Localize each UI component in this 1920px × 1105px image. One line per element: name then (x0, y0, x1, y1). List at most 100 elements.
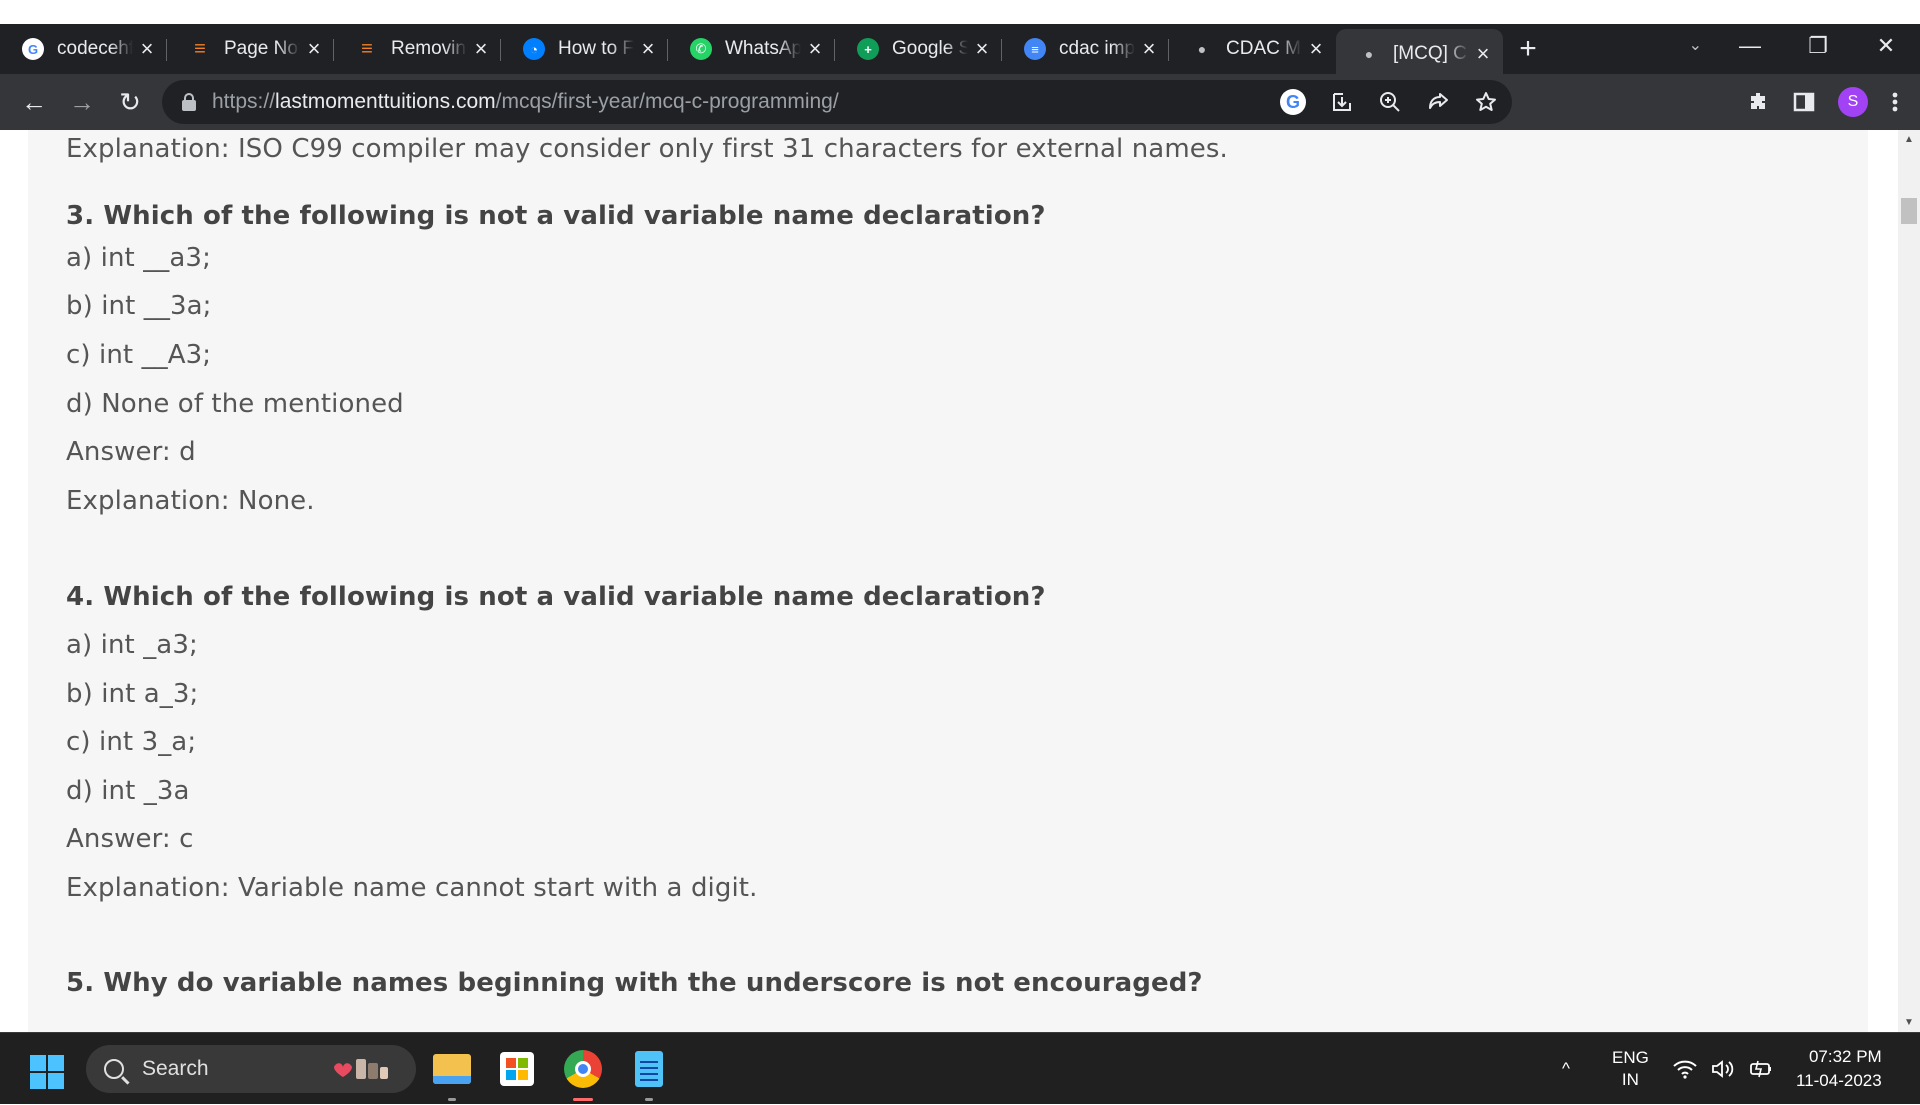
notepad-icon (635, 1051, 663, 1087)
scroll-up-arrow-icon[interactable]: ▲ (1898, 134, 1920, 145)
region-code: IN (1621, 1070, 1639, 1089)
reload-button[interactable]: ↻ (106, 78, 154, 126)
system-status-icons[interactable] (1672, 1033, 1774, 1105)
reload-icon: ↻ (119, 86, 141, 117)
omnibox-actions: G (1280, 80, 1498, 124)
wifi-icon (1673, 1060, 1697, 1079)
browser-tab[interactable]: ● CDAC MC× (1169, 29, 1336, 69)
window-controls: — ❐ ✕ (1716, 24, 1920, 68)
lock-icon[interactable] (182, 93, 196, 111)
url-scheme: https:// (212, 90, 276, 113)
clock[interactable]: 07:32 PM 11-04-2023 (1796, 1033, 1882, 1105)
scrollbar-thumb[interactable] (1901, 198, 1917, 224)
scroll-down-arrow-icon[interactable]: ▼ (1898, 1017, 1920, 1028)
close-tab-icon[interactable]: × (805, 36, 825, 62)
google-lens-icon[interactable]: G (1280, 89, 1306, 115)
share-icon[interactable] (1426, 90, 1450, 114)
browser-tab[interactable]: ≡ cdac imp × (1002, 29, 1169, 69)
site-icon: ● (1364, 46, 1374, 62)
chevron-up-icon: ^ (1562, 1059, 1570, 1078)
digitalocean-icon: ◔ (523, 38, 545, 60)
browser-tab[interactable]: ● [MCQ] C × (1336, 29, 1503, 79)
windows-start-icon[interactable] (30, 1055, 64, 1089)
page-scrollbar[interactable]: ▲ ▼ (1898, 130, 1920, 1032)
chrome-app[interactable] (561, 1047, 605, 1101)
content-line: b) int __3a; (66, 291, 212, 321)
browser-tab[interactable]: ≡ Page Not × (167, 29, 334, 69)
microsoft-store-app[interactable] (495, 1047, 539, 1091)
tab-title: Removing (391, 38, 467, 59)
input-language-indicator[interactable]: ENG IN (1612, 1033, 1649, 1105)
stackoverflow-icon: ≡ (194, 37, 206, 60)
install-app-icon[interactable] (1330, 90, 1354, 114)
tab-title: [MCQ] C (1393, 43, 1467, 64)
tab-title: WhatsApp (725, 38, 801, 59)
google-icon: G (22, 38, 44, 60)
file-explorer-app[interactable] (430, 1047, 474, 1101)
browser-tab[interactable]: + Google S × (835, 29, 1002, 69)
tab-title: codecehf (57, 38, 133, 59)
tab-title: Page Not (224, 38, 300, 59)
close-tab-icon[interactable]: × (638, 36, 658, 62)
clock-date: 11-04-2023 (1796, 1071, 1882, 1090)
minimize-button[interactable]: — (1716, 33, 1784, 59)
content-line: Explanation: ISO C99 compiler may consid… (66, 134, 1228, 164)
microsoft-store-icon (500, 1052, 534, 1086)
google-sheets-icon: + (857, 38, 879, 60)
close-tab-icon[interactable]: × (1306, 36, 1326, 62)
clock-time: 07:32 PM (1808, 1047, 1882, 1066)
content-line: c) int __A3; (66, 340, 212, 370)
toolbar-right: S (1746, 74, 1900, 130)
tab-title: How to F (558, 38, 634, 59)
url-path: /mcqs/first-year/mcq-c-programming/ (495, 90, 839, 113)
browser-tab[interactable]: Gcodecehf × (0, 29, 167, 69)
forward-button[interactable]: → (58, 78, 106, 126)
close-tab-icon[interactable]: × (1139, 36, 1159, 62)
back-arrow-icon: ← (21, 86, 47, 117)
side-panel-icon[interactable] (1792, 90, 1816, 114)
taskbar-search-label: Search (142, 1057, 209, 1080)
close-window-button[interactable]: ✕ (1852, 33, 1920, 59)
chrome-icon (564, 1050, 602, 1088)
page-viewport: Explanation: ISO C99 compiler may consid… (0, 130, 1920, 1032)
content-line: a) int _a3; (66, 630, 198, 660)
tab-search-button[interactable]: ⌄ (1689, 24, 1702, 68)
question-heading: 3. Which of the following is not a valid… (66, 201, 1046, 231)
tab-strip: Gcodecehf×≡Page Not×≡Removing×◔How to F×… (0, 24, 1920, 79)
browser-tab[interactable]: ≡ Removing× (334, 29, 501, 69)
google-docs-icon: ≡ (1024, 38, 1046, 60)
new-tab-button[interactable]: + (1503, 29, 1553, 69)
content-line: a) int __a3; (66, 243, 211, 273)
content-line: Answer: d (66, 437, 196, 467)
browser-toolbar: ← → ↻ https://lastmomenttuitions.com/mcq… (0, 74, 1920, 130)
content-line: c) int 3_a; (66, 727, 197, 757)
show-hidden-icons-button[interactable]: ^ (1562, 1033, 1570, 1105)
tab-title: Google S (892, 38, 968, 59)
close-tab-icon[interactable]: × (1473, 41, 1493, 67)
taskbar-search-box[interactable]: Search (86, 1045, 416, 1093)
question-heading: 4. Which of the following is not a valid… (66, 582, 1046, 612)
content-line: d) int _3a (66, 776, 190, 806)
notepad-app[interactable] (627, 1047, 671, 1101)
browser-tab[interactable]: ◔ How to F × (501, 29, 668, 69)
close-tab-icon[interactable]: × (304, 36, 324, 62)
close-tab-icon[interactable]: × (972, 36, 992, 62)
zoom-icon[interactable] (1378, 90, 1402, 114)
browser-tab[interactable]: ✆ WhatsApp× (668, 29, 835, 69)
article-content: Explanation: ISO C99 compiler may consid… (28, 130, 1868, 1032)
profile-avatar[interactable]: S (1838, 87, 1868, 117)
screen-top-strip (0, 0, 1920, 24)
whatsapp-icon: ✆ (690, 38, 712, 60)
address-bar[interactable]: https://lastmomenttuitions.com/mcqs/firs… (162, 80, 1512, 124)
search-highlight-icon (334, 1059, 388, 1079)
url-text[interactable]: https://lastmomenttuitions.com/mcqs/firs… (212, 90, 839, 114)
back-button[interactable]: ← (10, 78, 58, 126)
menu-icon[interactable] (1890, 90, 1900, 114)
close-tab-icon[interactable]: × (471, 36, 491, 62)
restore-button[interactable]: ❐ (1784, 33, 1852, 59)
content-line: d) None of the mentioned (66, 389, 404, 419)
bookmark-star-icon[interactable] (1474, 90, 1498, 114)
url-host: lastmomenttuitions.com (275, 90, 496, 113)
extensions-icon[interactable] (1746, 90, 1770, 114)
close-tab-icon[interactable]: × (137, 36, 157, 62)
